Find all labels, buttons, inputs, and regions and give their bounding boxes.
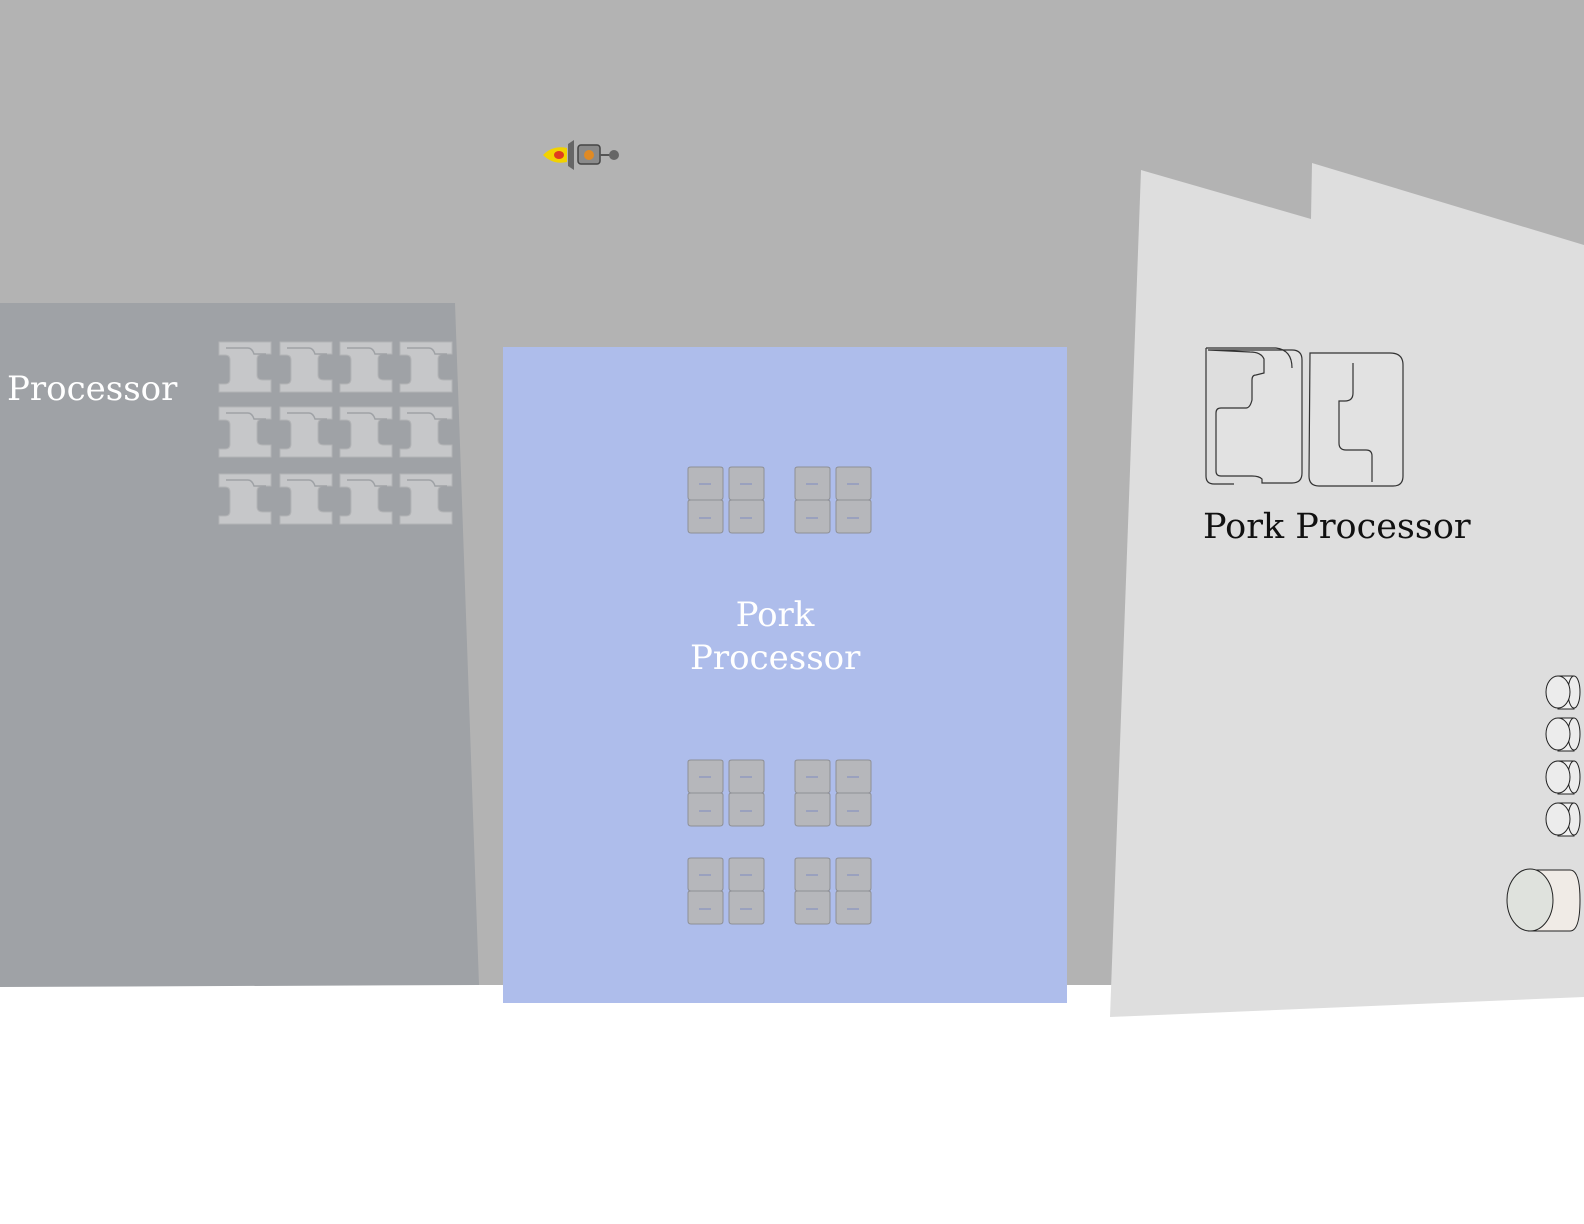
right-processor-building[interactable] <box>1110 163 1584 1017</box>
ground <box>0 985 1584 1224</box>
center-building-label-line2: Processor <box>690 638 861 678</box>
right-building-label: Pork Processor <box>1203 507 1471 547</box>
center-building-label: Pork Processor <box>690 594 860 680</box>
left-building-label: Processor <box>7 369 178 409</box>
center-building-label-line1: Pork <box>735 595 815 635</box>
cylinder-tank-large <box>1506 868 1581 932</box>
